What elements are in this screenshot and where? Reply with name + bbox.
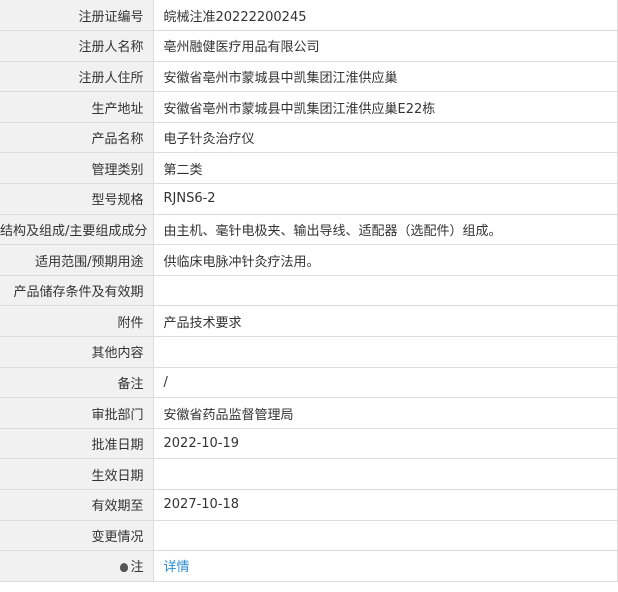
table-row: 备注 /	[0, 367, 618, 399]
field-value-registration-number: 皖械注准20222200245	[153, 0, 618, 32]
field-value-remarks: /	[153, 367, 618, 399]
table-row: 适用范围/预期用途 供临床电脉冲针灸疗法用。	[0, 244, 618, 276]
table-row: 生产地址 安徽省亳州市蒙城县中凯集团江淮供应巢E22栋	[0, 91, 618, 123]
table-row: 附件 产品技术要求	[0, 305, 618, 338]
table-row: 变更情况	[0, 520, 618, 552]
table-row: 注 详情	[0, 550, 618, 582]
table-row: 产品名称 电子针灸治疗仪	[0, 122, 618, 154]
field-label-management-category: 管理类别	[0, 152, 154, 185]
field-value-intended-use: 供临床电脉冲针灸疗法用。	[153, 244, 618, 276]
table-row: 生效日期	[0, 458, 618, 490]
field-label-registrant-name: 注册人名称	[0, 30, 154, 62]
field-value-other-content	[153, 336, 618, 368]
pin-icon	[120, 563, 129, 573]
field-label-note: 注	[0, 550, 154, 582]
field-label-change-status: 变更情况	[0, 520, 154, 552]
note-label: 注	[130, 560, 144, 576]
table-row: 注册证编号 皖械注准20222200245	[0, 0, 618, 32]
field-label-production-address: 生产地址	[0, 91, 154, 123]
field-value-effective-date	[153, 458, 618, 490]
field-value-model-spec: RJNS6-2	[153, 183, 618, 215]
field-value-management-category: 第二类	[153, 152, 618, 185]
field-value-valid-until: 2027-10-18	[153, 489, 618, 521]
field-label-approval-department: 审批部门	[0, 397, 154, 429]
field-label-attachment: 附件	[0, 305, 154, 338]
field-label-structure-composition: 结构及组成/主要组成成分	[0, 214, 154, 246]
field-value-attachment: 产品技术要求	[153, 305, 618, 338]
field-value-change-status	[153, 520, 618, 552]
field-label-model-spec: 型号规格	[0, 183, 154, 215]
field-value-storage-validity	[153, 275, 618, 307]
field-label-registration-number: 注册证编号	[0, 0, 154, 32]
field-label-product-name: 产品名称	[0, 122, 154, 154]
table-row: 管理类别 第二类	[0, 152, 618, 185]
field-label-remarks: 备注	[0, 367, 154, 399]
table-row: 注册人名称 亳州融健医疗用品有限公司	[0, 30, 618, 62]
field-label-valid-until: 有效期至	[0, 489, 154, 521]
field-label-other-content: 其他内容	[0, 336, 154, 368]
table-row: 批准日期 2022-10-19	[0, 428, 618, 460]
field-value-approval-date: 2022-10-19	[153, 428, 618, 460]
table-row: 产品储存条件及有效期	[0, 275, 618, 307]
field-label-intended-use: 适用范围/预期用途	[0, 244, 154, 276]
field-value-product-name: 电子针灸治疗仪	[153, 122, 618, 154]
field-value-note: 详情	[153, 550, 618, 582]
field-label-effective-date: 生效日期	[0, 458, 154, 490]
registration-record-table: 注册证编号 皖械注准20222200245 注册人名称 亳州融健医疗用品有限公司…	[0, 0, 618, 582]
field-value-structure-composition: 由主机、毫针电极夹、输出导线、适配器（选配件）组成。	[153, 214, 618, 246]
field-value-approval-department: 安徽省药品监督管理局	[153, 397, 618, 429]
field-label-registrant-address: 注册人住所	[0, 61, 154, 93]
field-value-production-address: 安徽省亳州市蒙城县中凯集团江淮供应巢E22栋	[153, 91, 618, 123]
field-label-storage-validity: 产品储存条件及有效期	[0, 275, 154, 307]
field-label-approval-date: 批准日期	[0, 428, 154, 460]
table-row: 审批部门 安徽省药品监督管理局	[0, 397, 618, 429]
details-link[interactable]: 详情	[164, 560, 190, 575]
table-row: 有效期至 2027-10-18	[0, 489, 618, 521]
table-row: 注册人住所 安徽省亳州市蒙城县中凯集团江淮供应巢	[0, 61, 618, 93]
table-row: 结构及组成/主要组成成分 由主机、毫针电极夹、输出导线、适配器（选配件）组成。	[0, 214, 618, 246]
field-value-registrant-address: 安徽省亳州市蒙城县中凯集团江淮供应巢	[153, 61, 618, 93]
table-row: 型号规格 RJNS6-2	[0, 183, 618, 215]
field-value-registrant-name: 亳州融健医疗用品有限公司	[153, 30, 618, 62]
table-row: 其他内容	[0, 336, 618, 368]
